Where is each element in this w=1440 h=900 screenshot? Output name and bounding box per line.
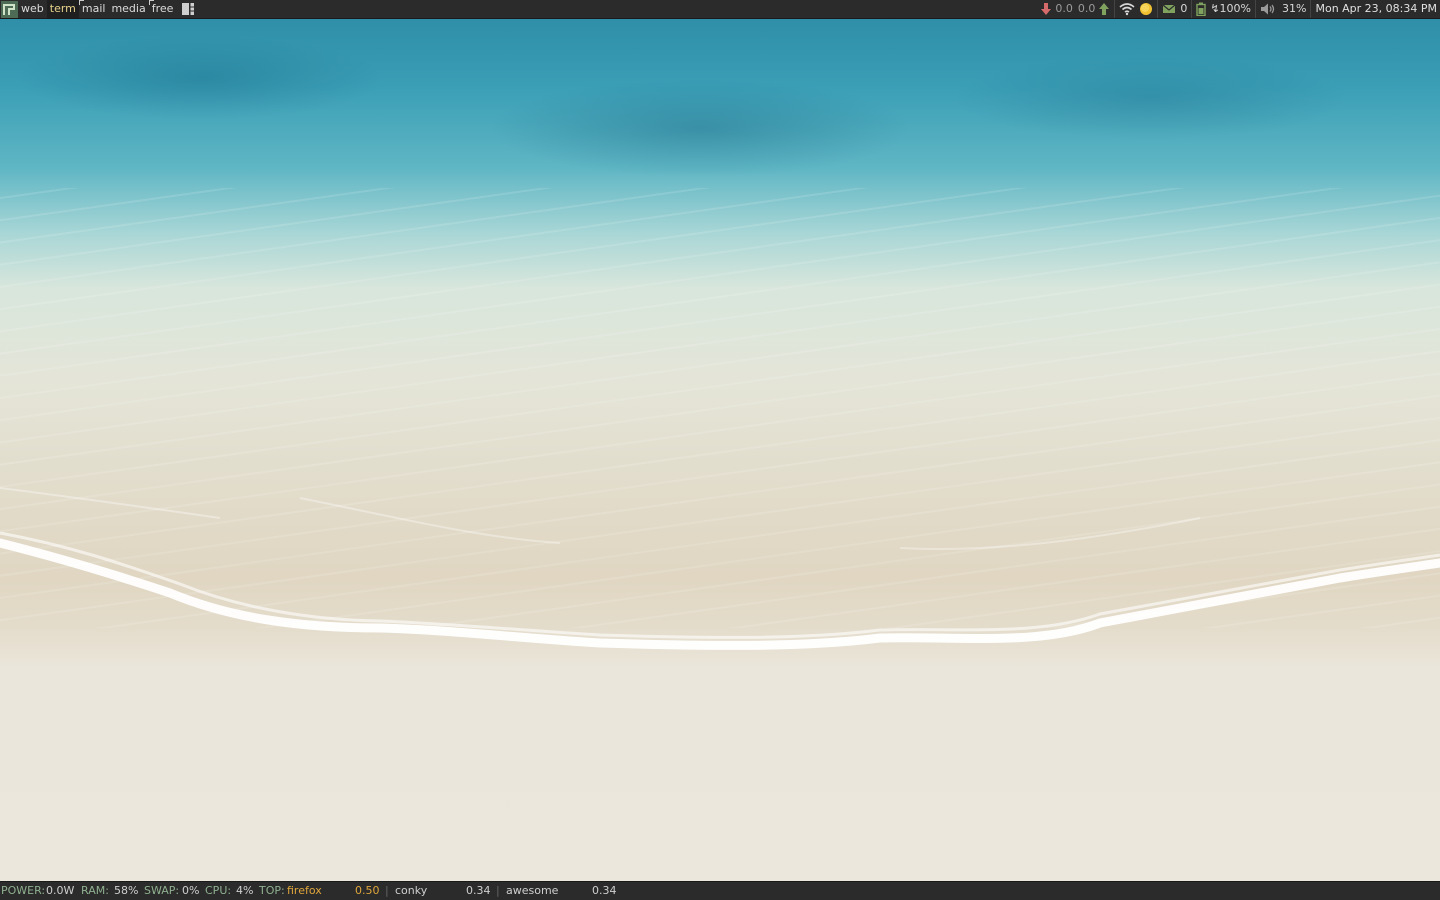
process-name: conky <box>395 884 428 897</box>
top-process-name: firefox <box>287 884 322 897</box>
separator <box>1114 0 1116 18</box>
mail-icon[interactable] <box>1162 3 1176 15</box>
separator <box>1255 0 1257 18</box>
wifi-icon[interactable] <box>1119 2 1135 16</box>
tag-free[interactable]: free <box>148 0 177 18</box>
process-separator: | <box>496 884 500 897</box>
power-value: 0.0W <box>46 884 75 897</box>
speaker-icon[interactable] <box>1260 2 1276 16</box>
mail-count: 0 <box>1180 2 1188 15</box>
top-label: TOP: <box>259 884 285 897</box>
process-separator: | <box>385 884 389 897</box>
wave-foam <box>0 487 1440 650</box>
tag-label: web <box>21 2 44 15</box>
separator <box>1191 0 1193 18</box>
tag-term[interactable]: term <box>46 0 79 18</box>
tag-label: free <box>151 2 174 15</box>
occupied-marker <box>148 0 154 5</box>
tag-web[interactable]: web <box>18 0 47 18</box>
ram-label: RAM: <box>81 884 109 897</box>
clock[interactable]: Mon Apr 23, 08:34 PM <box>1315 0 1440 18</box>
top-process-value: 0.50 <box>355 884 380 897</box>
bottom-status-bar: POWER: 0.0W RAM: 58% SWAP: 0% CPU: 4% TO… <box>0 881 1440 900</box>
separator <box>1310 0 1312 18</box>
tag-label: mail <box>81 2 106 15</box>
tag-label: media <box>111 2 146 15</box>
occupied-marker <box>78 0 84 5</box>
sun-icon[interactable] <box>1139 2 1153 16</box>
power-label: POWER: <box>1 884 46 897</box>
arrow-up-icon <box>1099 3 1110 15</box>
cpu-value: 4% <box>236 884 254 897</box>
desktop-wallpaper <box>0 18 1440 882</box>
battery-value: ↯100% <box>1210 2 1252 15</box>
volume-value[interactable]: 31% <box>1282 0 1306 18</box>
process-value: 0.34 <box>592 884 617 897</box>
process-name: awesome <box>506 884 559 897</box>
top-panel: web term mail media free 0.0 0.0 0 ↯100%… <box>0 0 1440 19</box>
tag-mail[interactable]: mail <box>78 0 109 18</box>
tile-layout-icon[interactable] <box>181 2 195 16</box>
taglist: web term mail media free <box>18 0 176 18</box>
arrow-down-icon <box>1041 3 1052 15</box>
swap-label: SWAP: <box>144 884 180 897</box>
process-value: 0.34 <box>466 884 491 897</box>
net-up-value: 0.0 <box>1077 2 1096 15</box>
ram-value: 58% <box>114 884 139 897</box>
cpu-label: CPU: <box>205 884 232 897</box>
swap-value: 0% <box>182 884 200 897</box>
battery-icon[interactable] <box>1196 2 1207 16</box>
system-tray: 0.0 0.0 0 ↯100% 31% Mon Apr 23, 08:34 PM <box>1040 0 1440 18</box>
tag-label: term <box>49 2 76 15</box>
tag-media[interactable]: media <box>108 0 148 18</box>
awesome-launcher-icon[interactable] <box>1 0 18 18</box>
net-down-value: 0.0 <box>1055 2 1073 15</box>
separator <box>1157 0 1159 18</box>
